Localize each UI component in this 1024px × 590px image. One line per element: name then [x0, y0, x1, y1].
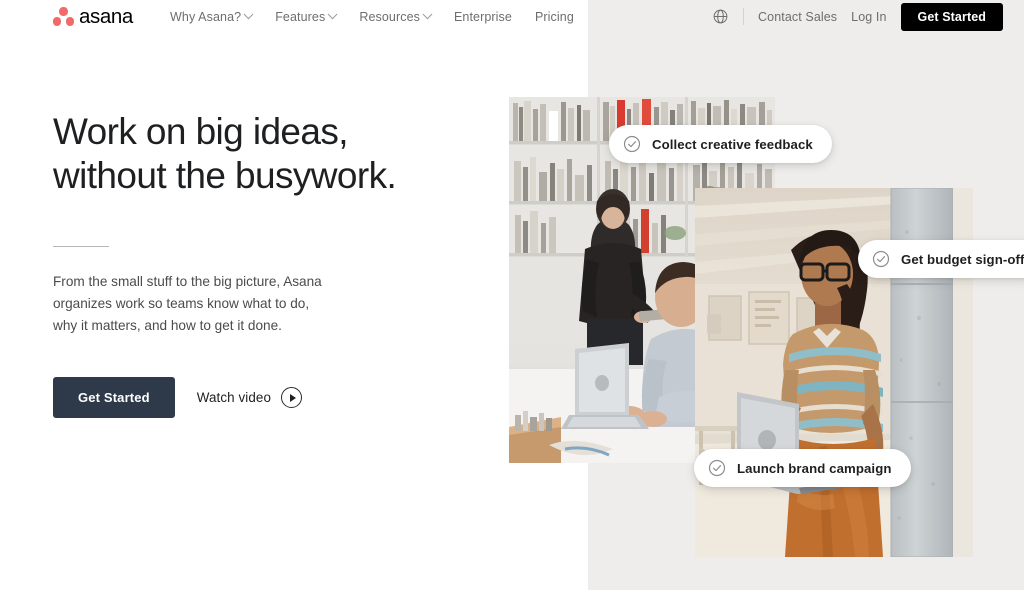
hero-body-line-2: organizes work so teams know what to do, — [53, 296, 310, 312]
asana-dots-logo-icon — [53, 7, 74, 26]
hero-body-line-1: From the small stuff to the big picture,… — [53, 274, 322, 290]
hero-divider-rule — [53, 246, 109, 248]
chevron-down-icon — [327, 9, 338, 20]
hero-section: Work on big ideas, without the busywork.… — [53, 110, 473, 419]
header-get-started-button[interactable]: Get Started — [900, 2, 1003, 31]
nav-label: Why Asana? — [170, 9, 242, 24]
hero-get-started-button[interactable]: Get Started — [53, 377, 175, 419]
nav-label: Enterprise — [453, 9, 512, 24]
nav-item-features[interactable]: Features — [275, 9, 338, 24]
hero-cta-row: Get Started Watch video — [53, 377, 473, 419]
watch-video-label: Watch video — [196, 390, 272, 406]
hero-body-line-3: why it matters, and how to get it done. — [53, 318, 282, 334]
nav-label: Features — [275, 9, 326, 24]
pill-launch-brand-campaign: Launch brand campaign — [694, 449, 911, 487]
hero-headline: Work on big ideas, without the busywork. — [53, 110, 473, 197]
pill-label: Launch brand campaign — [737, 460, 892, 476]
watch-video-button[interactable]: Watch video — [196, 387, 303, 409]
check-circle-icon — [623, 135, 641, 153]
header-divider — [743, 8, 745, 25]
nav-item-enterprise[interactable]: Enterprise — [454, 10, 512, 24]
play-circle-icon — [281, 387, 303, 409]
nav-item-pricing[interactable]: Pricing — [535, 10, 574, 24]
hero-body-text: From the small stuff to the big picture,… — [53, 271, 473, 337]
chevron-down-icon — [422, 9, 433, 20]
contact-sales-link[interactable]: Contact Sales — [758, 10, 837, 24]
nav-label: Resources — [359, 9, 420, 24]
pill-collect-creative-feedback: Collect creative feedback — [609, 125, 832, 163]
hero-headline-line-1: Work on big ideas, — [53, 111, 349, 152]
log-in-link[interactable]: Log In — [851, 10, 886, 24]
check-circle-icon — [872, 250, 890, 268]
nav-label: Pricing — [534, 9, 574, 24]
pill-label: Get budget sign-off — [901, 251, 1024, 267]
globe-icon[interactable] — [712, 8, 729, 25]
hero-headline-line-2: without the busywork. — [53, 154, 397, 196]
pill-label: Collect creative feedback — [652, 136, 813, 152]
logo-wordmark: asana — [79, 5, 133, 28]
site-header: asana Why Asana? Features Resources Ente… — [0, 0, 1024, 33]
nav-item-resources[interactable]: Resources — [359, 9, 433, 24]
check-circle-icon — [708, 459, 726, 477]
asana-logo[interactable]: asana — [53, 6, 133, 28]
nav-item-why-asana[interactable]: Why Asana? — [170, 9, 254, 24]
pill-get-budget-sign-off: Get budget sign-off — [858, 240, 1024, 278]
primary-navigation: Why Asana? Features Resources Enterprise… — [170, 0, 574, 33]
header-actions: Contact Sales Log In Get Started — [712, 0, 1003, 33]
chevron-down-icon — [243, 9, 254, 20]
